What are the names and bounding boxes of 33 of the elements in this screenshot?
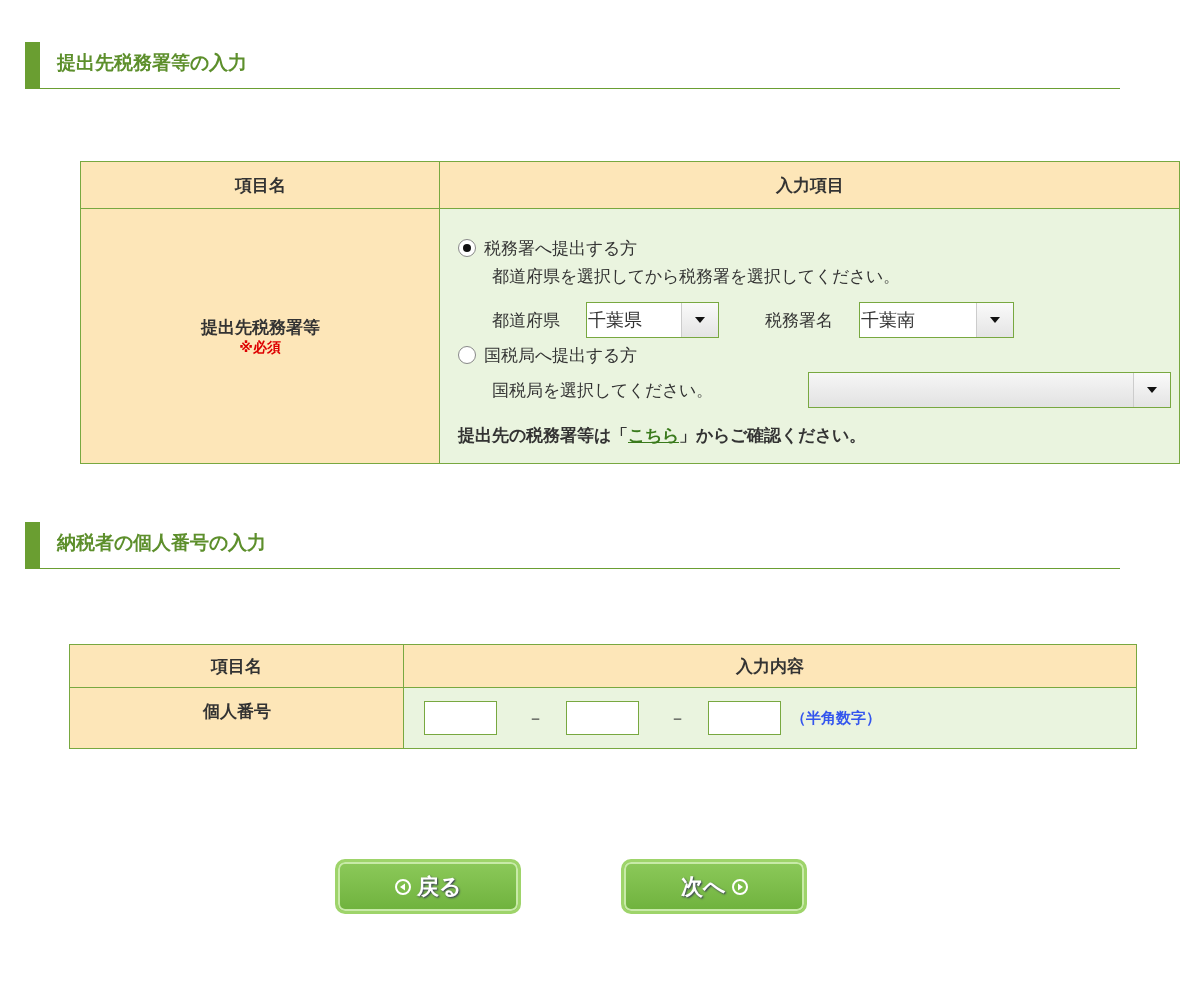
required-mark: ※必須: [239, 338, 281, 357]
select-label: 都道府県: [492, 308, 560, 332]
radio-label: 国税局へ提出する方: [484, 343, 637, 367]
section-heading: 納税者の個人番号の入力: [25, 522, 1120, 569]
input-field[interactable]: [566, 701, 639, 735]
dropdown[interactable]: 千葉県: [586, 302, 719, 338]
separator: －: [527, 706, 544, 730]
right-arrow-circle-icon: [731, 878, 748, 895]
column-header: 入力項目: [440, 162, 1179, 209]
format-hint: （半角数字）: [791, 708, 881, 728]
column-header: 項目名: [81, 162, 440, 209]
caret-down-icon: [695, 317, 705, 323]
left-arrow-circle-icon: [394, 878, 411, 895]
radio-label: 税務署へ提出する方: [484, 236, 637, 260]
instruction-text: 都道府県を選択してから税務署を選択してください。: [492, 266, 900, 286]
separator: －: [669, 706, 686, 730]
column-header: 入力内容: [404, 645, 1136, 688]
instruction-text: 国税局を選択してください。: [492, 378, 713, 402]
select-label: 税務署名: [765, 308, 833, 332]
radio-button[interactable]: [458, 346, 476, 364]
field-label: 個人番号: [202, 700, 271, 723]
field-label: 提出先税務署等: [200, 315, 320, 339]
dropdown[interactable]: [808, 372, 1171, 408]
input-field[interactable]: [424, 701, 497, 735]
caret-down-icon: [990, 317, 1000, 323]
caret-down-icon: [1147, 387, 1157, 393]
confirmation-note: 提出先の税務署等は「こちら」からご確認ください。: [458, 424, 867, 447]
dropdown[interactable]: 千葉南: [859, 302, 1014, 338]
section-heading: 提出先税務署等の入力: [25, 42, 1120, 89]
column-header: 項目名: [70, 645, 404, 688]
input-field[interactable]: [708, 701, 781, 735]
radio-button[interactable]: [458, 239, 476, 257]
link[interactable]: こちら: [628, 425, 679, 445]
